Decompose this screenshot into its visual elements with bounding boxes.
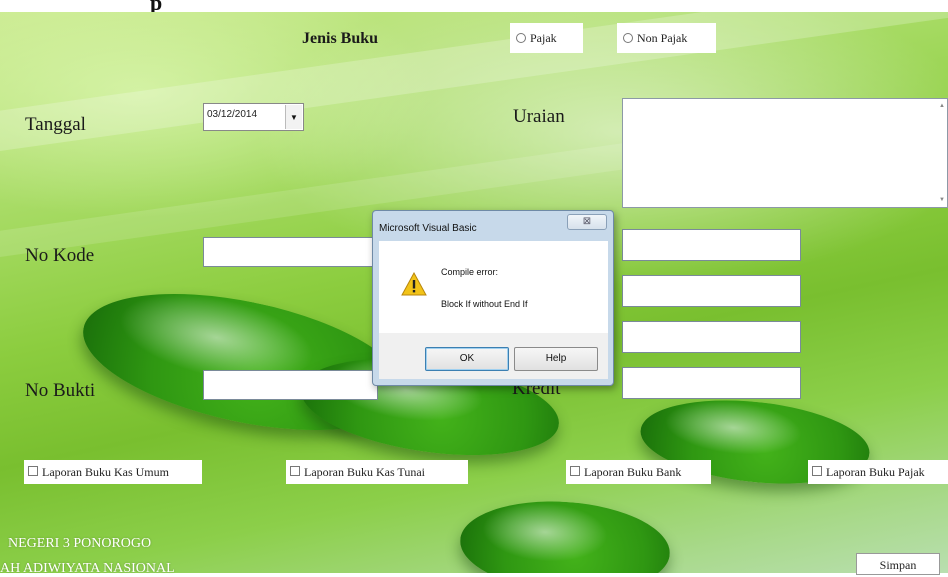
tanggal-date-picker[interactable]: 03/12/2014 ▼	[203, 103, 304, 131]
dialog-title: Microsoft Visual Basic	[379, 223, 477, 234]
checkbox-icon[interactable]	[812, 465, 822, 476]
checkbox-label: Laporan Buku Kas Umum	[42, 464, 169, 479]
checkbox-label: Laporan Buku Pajak	[826, 464, 925, 479]
radio-circle-icon[interactable]	[516, 33, 526, 43]
no-bukti-label: No Bukti	[25, 380, 96, 401]
no-kode-label: No Kode	[25, 245, 95, 266]
close-icon[interactable]: ⊠	[567, 214, 607, 230]
footer-school-line2: AH ADIWIYATA NASIONAL	[0, 561, 175, 576]
right-input-1[interactable]	[622, 229, 801, 261]
checkbox-icon[interactable]	[290, 465, 300, 476]
radio-circle-icon[interactable]	[623, 33, 633, 43]
help-button[interactable]: Help	[514, 347, 598, 371]
dialog-message-detail: Block If without End If	[441, 299, 528, 309]
window-title: p	[150, 0, 162, 12]
ok-button[interactable]: OK	[425, 347, 509, 371]
footer-school-line1: NEGERI 3 PONOROGO	[8, 536, 152, 551]
right-input-2[interactable]	[622, 275, 801, 307]
chevron-down-icon[interactable]: ▼	[285, 105, 302, 129]
radio-pajak[interactable]: Pajak	[510, 23, 583, 53]
simpan-button[interactable]: Simpan	[856, 553, 940, 575]
no-kode-input[interactable]	[203, 237, 378, 267]
compile-error-dialog: Microsoft Visual Basic ⊠ Compile error: …	[372, 210, 614, 386]
checkbox-label: Laporan Buku Kas Tunai	[304, 464, 425, 479]
radio-pajak-label: Pajak	[530, 30, 557, 45]
tanggal-value: 03/12/2014	[207, 109, 258, 120]
checkbox-icon[interactable]	[570, 465, 580, 476]
uraian-label: Uraian	[513, 106, 565, 127]
dialog-footer: OK Help	[379, 333, 608, 379]
tanggal-label: Tanggal	[25, 114, 86, 135]
scroll-up-icon[interactable]: ▲	[939, 103, 945, 109]
radio-non-pajak-label: Non Pajak	[637, 30, 688, 45]
window-title-strip: p	[0, 0, 948, 12]
checkbox-laporan-bank[interactable]: Laporan Buku Bank	[566, 460, 711, 484]
right-input-4[interactable]	[622, 367, 801, 399]
dialog-message-title: Compile error:	[441, 267, 499, 277]
checkbox-laporan-kas-tunai[interactable]: Laporan Buku Kas Tunai	[286, 460, 468, 484]
jenis-buku-label: Jenis Buku	[302, 30, 379, 47]
checkbox-label: Laporan Buku Bank	[584, 464, 682, 479]
radio-non-pajak[interactable]: Non Pajak	[617, 23, 716, 53]
checkbox-laporan-pajak[interactable]: Laporan Buku Pajak	[808, 460, 948, 484]
scroll-down-icon[interactable]: ▼	[939, 197, 945, 203]
no-bukti-input[interactable]	[203, 370, 378, 400]
checkbox-laporan-kas-umum[interactable]: Laporan Buku Kas Umum	[24, 460, 202, 484]
checkbox-icon[interactable]	[28, 465, 38, 476]
right-input-3[interactable]	[622, 321, 801, 353]
dialog-body: Compile error: Block If without End If	[379, 241, 608, 333]
uraian-textarea[interactable]: ▲ ▼	[622, 98, 948, 208]
warning-icon	[401, 272, 427, 296]
